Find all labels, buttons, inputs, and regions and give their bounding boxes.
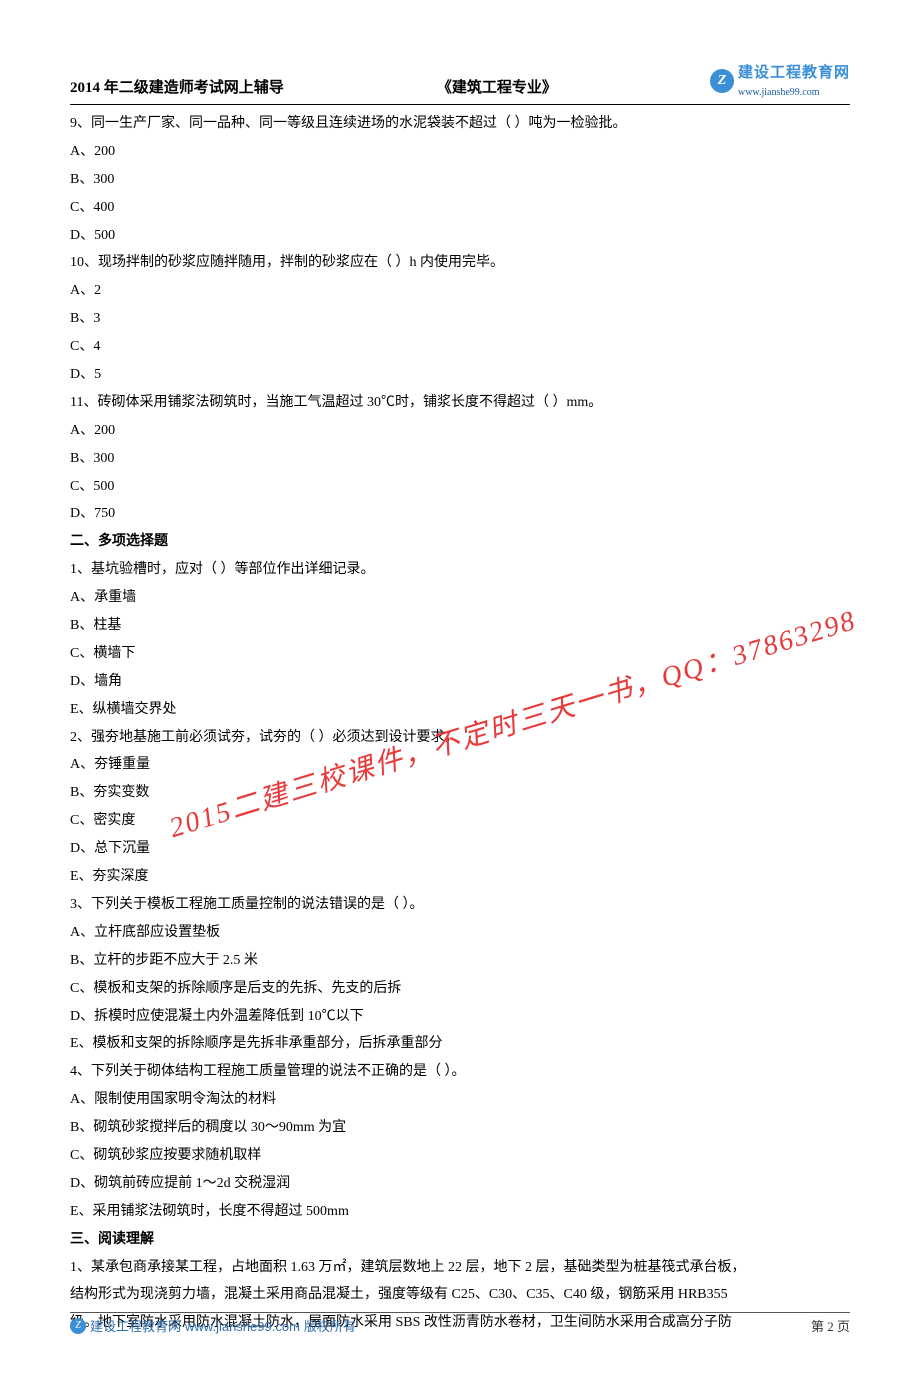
option: C、400 — [70, 195, 850, 221]
option: B、砌筑砂浆搅拌后的稠度以 30～90mm 为宜 — [70, 1115, 850, 1141]
option: C、砌筑砂浆应按要求随机取样 — [70, 1143, 850, 1169]
option: E、纵横墙交界处 — [70, 697, 850, 723]
footer-copyright: 版权所有 — [304, 1315, 356, 1338]
option: D、总下沉量 — [70, 836, 850, 862]
option: B、立杆的步距不应大于 2.5 米 — [70, 948, 850, 974]
question-stem: 3、下列关于模板工程施工质量控制的说法错误的是（ ）。 — [70, 892, 850, 918]
footer-left: Z 建设工程教育网 www.jianshe99.com 版权所有 — [70, 1315, 356, 1338]
site-logo-text: 建设工程教育网 www.jianshe99.com — [738, 60, 850, 102]
option: C、密实度 — [70, 808, 850, 834]
reading-line: 结构形式为现浇剪力墙，混凝土采用商品混凝土，强度等级有 C25、C30、C35、… — [70, 1282, 850, 1308]
question-stem: 9、同一生产厂家、同一品种、同一等级且连续进场的水泥袋装不超过（ ）吨为一检验批… — [70, 111, 850, 137]
footer-logo-icon: Z — [70, 1318, 86, 1334]
option: E、夯实深度 — [70, 864, 850, 890]
option: A、限制使用国家明令淘汰的材料 — [70, 1087, 850, 1113]
option: D、5 — [70, 362, 850, 388]
question-stem: 2、强夯地基施工前必须试夯，试夯的（ ）必须达到设计要求。 — [70, 725, 850, 751]
option: A、2 — [70, 278, 850, 304]
site-name-cn: 建设工程教育网 — [738, 65, 850, 81]
option: B、300 — [70, 167, 850, 193]
section-heading-reading: 三、阅读理解 — [70, 1227, 850, 1253]
option: A、承重墙 — [70, 585, 850, 611]
option: B、300 — [70, 446, 850, 472]
option: D、500 — [70, 223, 850, 249]
page-footer: Z 建设工程教育网 www.jianshe99.com 版权所有 第 2 页 — [70, 1312, 850, 1338]
header-title-left: 2014 年二级建造师考试网上辅导 — [70, 75, 284, 102]
option: A、立杆底部应设置垫板 — [70, 920, 850, 946]
option: C、横墙下 — [70, 641, 850, 667]
site-logo-icon: Z — [710, 69, 734, 93]
option: B、柱基 — [70, 613, 850, 639]
option: E、采用铺浆法砌筑时，长度不得超过 500mm — [70, 1199, 850, 1225]
option: C、模板和支架的拆除顺序是后支的先拆、先支的后拆 — [70, 976, 850, 1002]
page-header: 2014 年二级建造师考试网上辅导 《建筑工程专业》 Z 建设工程教育网 www… — [70, 60, 850, 105]
option: C、4 — [70, 334, 850, 360]
option: A、夯锤重量 — [70, 752, 850, 778]
question-stem: 10、现场拌制的砂浆应随拌随用，拌制的砂浆应在（ ）h 内使用完毕。 — [70, 250, 850, 276]
option: D、墙角 — [70, 669, 850, 695]
question-stem: 11、砖砌体采用铺浆法砌筑时，当施工气温超过 30℃时，铺浆长度不得超过（ ）m… — [70, 390, 850, 416]
option: D、750 — [70, 501, 850, 527]
option: B、夯实变数 — [70, 780, 850, 806]
content-body: 9、同一生产厂家、同一品种、同一等级且连续进场的水泥袋装不超过（ ）吨为一检验批… — [70, 109, 850, 1336]
footer-url: www.jianshe99.com — [185, 1315, 300, 1338]
reading-line: 1、某承包商承接某工程，占地面积 1.63 万㎡，建筑层数地上 22 层，地下 … — [70, 1255, 850, 1281]
question-stem: 4、下列关于砌体结构工程施工质量管理的说法不正确的是（ ）。 — [70, 1059, 850, 1085]
site-url: www.jianshe99.com — [738, 84, 850, 102]
option: A、200 — [70, 139, 850, 165]
option: D、拆模时应使混凝土内外温差降低到 10℃以下 — [70, 1004, 850, 1030]
option: E、模板和支架的拆除顺序是先拆非承重部分，后拆承重部分 — [70, 1031, 850, 1057]
option: B、3 — [70, 306, 850, 332]
footer-page-number: 第 2 页 — [811, 1315, 850, 1338]
option: A、200 — [70, 418, 850, 444]
footer-site-name: 建设工程教育网 — [90, 1315, 181, 1338]
question-stem: 1、基坑验槽时，应对（ ）等部位作出详细记录。 — [70, 557, 850, 583]
header-logo-block: Z 建设工程教育网 www.jianshe99.com — [710, 60, 850, 102]
header-title-center: 《建筑工程专业》 — [437, 75, 557, 102]
option: D、砌筑前砖应提前 1～2d 交税湿润 — [70, 1171, 850, 1197]
section-heading-multi: 二、多项选择题 — [70, 529, 850, 555]
page: 2014 年二级建造师考试网上辅导 《建筑工程专业》 Z 建设工程教育网 www… — [0, 0, 920, 1378]
option: C、500 — [70, 474, 850, 500]
